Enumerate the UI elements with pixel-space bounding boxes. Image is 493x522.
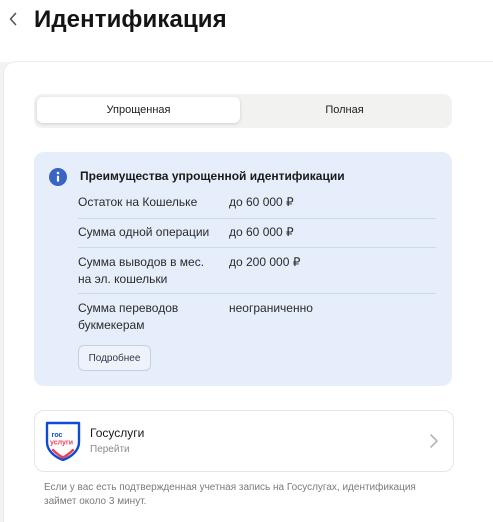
tab-simplified[interactable]: Упрощенная xyxy=(37,97,240,123)
gosuslugi-link[interactable]: гос услуги Госуслуги Перейти xyxy=(34,410,454,472)
back-button[interactable] xyxy=(2,4,24,34)
limit-label: Остаток на Кошельке xyxy=(78,195,198,209)
svg-text:гос: гос xyxy=(52,432,63,439)
gosuslugi-subtitle: Перейти xyxy=(90,444,130,455)
tab-full[interactable]: Полная xyxy=(240,97,449,123)
gosuslugi-note: Если у вас есть подтвержденная учетная з… xyxy=(44,482,416,507)
more-details-button[interactable]: Подробнее xyxy=(78,345,151,371)
limit-value: до 200 000 ₽ xyxy=(229,255,301,269)
limit-label: Сумма одной операции xyxy=(78,225,210,239)
gosuslugi-title: Госуслуги xyxy=(90,426,145,440)
limit-label: Сумма выводов в мес. на эл. кошельки xyxy=(78,255,205,286)
limit-value: неограниченно xyxy=(229,301,313,315)
divider xyxy=(78,293,436,294)
chevron-right-icon xyxy=(430,434,438,448)
limit-label: Сумма переводов букмекерам xyxy=(78,301,179,332)
page-title: Идентификация xyxy=(34,6,227,33)
chevron-left-icon xyxy=(9,12,17,26)
divider xyxy=(78,247,436,248)
gosuslugi-logo: гос услуги xyxy=(45,421,81,461)
info-icon xyxy=(49,168,67,186)
header: Идентификация xyxy=(0,0,493,62)
identification-type-tabs: Упрощенная Полная xyxy=(34,94,452,128)
benefits-panel: Преимущества упрощенной идентификации Ос… xyxy=(34,152,452,386)
identification-card: Упрощенная Полная Преимущества упрощенно… xyxy=(4,62,493,522)
benefits-heading: Преимущества упрощенной идентификации xyxy=(80,169,345,183)
divider xyxy=(78,218,436,219)
svg-text:услуги: услуги xyxy=(50,440,73,447)
limit-value: до 60 000 ₽ xyxy=(229,195,294,209)
limit-value: до 60 000 ₽ xyxy=(229,225,294,239)
